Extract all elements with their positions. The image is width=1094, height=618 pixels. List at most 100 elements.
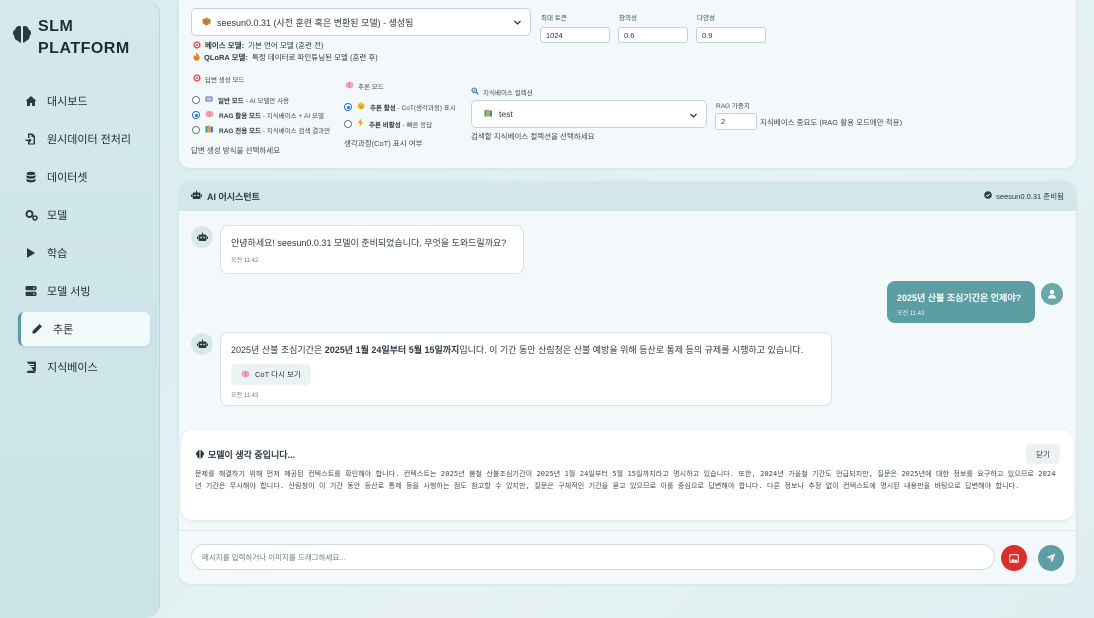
sidebar-item-models[interactable]: 모델 (18, 198, 150, 232)
brand-line-2: PLATFORM (38, 40, 130, 57)
kb-hint: 검색할 지식베이스 컬렉션을 선택하세요 (471, 132, 595, 141)
radio-button[interactable] (192, 96, 200, 104)
message-text-bold: 2025년 1월 24일부터 5월 15일까지 (324, 345, 460, 355)
sidebar-item-inference[interactable]: 추론 (18, 312, 150, 346)
reasoning-mode-desc: - 빠른 응답 (400, 121, 433, 129)
reasoning-on[interactable]: 추론 활성 - CoT(생각과정) 표시 (344, 102, 456, 112)
database-icon (24, 170, 38, 184)
books-icon (484, 109, 493, 119)
reasoning-mode-name: 추론 활성 (370, 105, 396, 112)
qlora-model-desc: 특정 데이터로 파인튜닝된 모델 (훈련 후) (251, 53, 378, 62)
user-message: 2025년 산불 조심기간은 언제야? 오전 11:43 (887, 281, 1035, 323)
qlora-model-hint: QLoRA 모델: 특정 데이터로 파인튜닝된 모델 (훈련 후) (193, 52, 378, 63)
cot-replay-label: CoT 다시 보기 (255, 370, 301, 379)
message-time: 오전 11:43 (231, 393, 259, 399)
search-icon (471, 87, 479, 97)
gen-mode-desc: - AI 모델만 사용 (243, 98, 290, 105)
sidebar-item-label: 지식베이스 (47, 362, 98, 374)
send-button[interactable] (1038, 545, 1064, 571)
bot-message: 2025년 산불 조심기간은 2025년 1월 24일부터 5월 15일까지입니… (220, 332, 832, 406)
reasoning-mode-desc: - CoT(생각과정) 표시 (395, 105, 456, 112)
chevron-down-icon (514, 20, 521, 25)
reasoning-off[interactable]: 추론 비활성 - 빠른 응답 (344, 118, 432, 129)
brand-line-1: SLM (38, 18, 74, 35)
sidebar-nav: 대시보드 원시데이터 전처리 데이터셋 모델 학습 모델 서빙 추론 지식베이스 (18, 84, 150, 388)
sidebar-item-label: 모델 서빙 (47, 286, 91, 298)
rag-weight-input[interactable]: 2 (715, 113, 757, 130)
thinking-face-icon (357, 102, 365, 112)
brand[interactable]: SLM PLATFORM (12, 16, 130, 60)
reasoning-mode-title-text: 추론 모드 (358, 84, 384, 91)
target-icon (193, 74, 201, 84)
brain-icon (241, 370, 250, 380)
thinking-title: 모델이 생각 중입니다... (195, 448, 295, 461)
sidebar-item-label: 학습 (47, 248, 68, 260)
sidebar-item-label: 모델 (47, 210, 68, 222)
gen-mode-rag-only[interactable]: RAG 전용 모드 - 지식베이스 검색 결과만 (192, 125, 330, 135)
close-button[interactable]: 닫기 (1026, 444, 1060, 464)
user-icon (1048, 289, 1056, 299)
message-text: 2025년 산불 조심기간은 언제야? (897, 293, 1022, 303)
diversity-input[interactable]: 0.9 (696, 27, 766, 43)
gen-mode-title: 답변 생성 모드 (193, 74, 245, 84)
thinking-panel: 모델이 생각 중입니다... 닫기 문제를 해결하기 위해 먼저 제공된 컨텍스… (181, 430, 1074, 520)
home-icon (24, 94, 38, 108)
reasoning-mode-title: 추론 모드 (345, 81, 384, 91)
chat-title-text: AI 어시스턴트 (207, 191, 260, 202)
chevron-down-icon (690, 113, 697, 118)
status-text: seesun0.0.31 준비됨 (996, 191, 1064, 201)
kb-title-text: 지식베이스 컬렉션 (483, 90, 533, 97)
chat-header: AI 어시스턴트 seesun0.0.31 준비됨 (179, 181, 1076, 211)
radio-button[interactable] (192, 126, 200, 134)
kb-collection-value: test (499, 109, 513, 119)
robot-icon (196, 232, 208, 241)
rag-weight-label: RAG 가중치 (716, 103, 750, 110)
sidebar-item-dashboard[interactable]: 대시보드 (18, 84, 150, 118)
gen-mode-rag[interactable]: RAG 활용 모드 - 지식베이스 + AI 모델 (192, 110, 324, 120)
message-composer: 메시지를 입력하거나 이미지를 드래그하세요... (179, 530, 1076, 584)
sidebar-item-label: 대시보드 (47, 96, 88, 108)
message-time: 오전 11:42 (231, 258, 259, 264)
base-model-desc: 기본 언어 모델 (훈련 전) (248, 41, 324, 50)
sidebar-item-serving[interactable]: 모델 서빙 (18, 274, 150, 308)
reasoning-mode-name: 추론 비활성 (369, 121, 401, 129)
model-select[interactable]: seesun0.0.31 (사전 훈련 혹은 변환된 모델) - 생성됨 (191, 8, 531, 36)
server-icon (24, 284, 38, 298)
qlora-model-label: QLoRA 모델: (204, 53, 248, 62)
rag-weight-hint: 지식베이스 중요도 (RAG 활용 모드에만 적용) (760, 118, 903, 127)
bot-message: 안녕하세요! seesun0.0.31 모델이 준비되었습니다. 무엇을 도와드… (220, 225, 524, 274)
gen-mode-desc: - 지식베이스 + AI 모델 (260, 113, 324, 120)
message-text: 2025년 산불 조심기간은 2025년 1월 24일부터 5월 15일까지입니… (231, 343, 821, 356)
base-model-hint: 베이스 모델: 기본 언어 모델 (훈련 전) (193, 40, 324, 51)
message-input[interactable]: 메시지를 입력하거나 이미지를 드래그하세요... (191, 544, 995, 570)
image-icon (1009, 553, 1019, 563)
sidebar: SLM PLATFORM 대시보드 원시데이터 전처리 데이터셋 모델 학습 모… (0, 0, 160, 618)
play-icon (24, 246, 38, 260)
radio-button-selected[interactable] (344, 103, 352, 111)
sidebar-item-training[interactable]: 학습 (18, 236, 150, 270)
robot-icon (191, 190, 202, 202)
chat-panel: AI 어시스턴트 seesun0.0.31 준비됨 안녕하세요! seesun0… (179, 181, 1076, 584)
sidebar-item-knowledge-base[interactable]: 지식베이스 (18, 350, 150, 384)
message-time: 오전 11:43 (897, 311, 925, 317)
radio-button[interactable] (344, 119, 352, 128)
brain-icon (345, 81, 354, 91)
max-tokens-input[interactable]: 1024 (540, 27, 610, 43)
brain-logo-icon (13, 26, 31, 43)
diversity-label: 다양성 (697, 15, 715, 22)
creativity-input[interactable]: 0.6 (618, 27, 688, 43)
sidebar-item-preprocessing[interactable]: 원시데이터 전처리 (18, 122, 150, 156)
tv-icon (205, 95, 213, 105)
brain-icon (195, 449, 205, 461)
pen-icon (30, 322, 44, 336)
bot-avatar (191, 333, 213, 355)
cot-replay-button[interactable]: CoT 다시 보기 (231, 364, 311, 385)
sidebar-item-datasets[interactable]: 데이터셋 (18, 160, 150, 194)
send-icon (1046, 553, 1056, 563)
gen-mode-general[interactable]: 일반 모드 - AI 모델만 사용 (192, 95, 289, 105)
gen-mode-name: RAG 전용 모드 (219, 128, 261, 135)
image-upload-button[interactable] (1001, 545, 1027, 571)
radio-button-selected[interactable] (192, 111, 200, 119)
message-text-part: 2025년 산불 조심기간은 (231, 345, 325, 355)
kb-collection-select[interactable]: test (471, 100, 707, 128)
